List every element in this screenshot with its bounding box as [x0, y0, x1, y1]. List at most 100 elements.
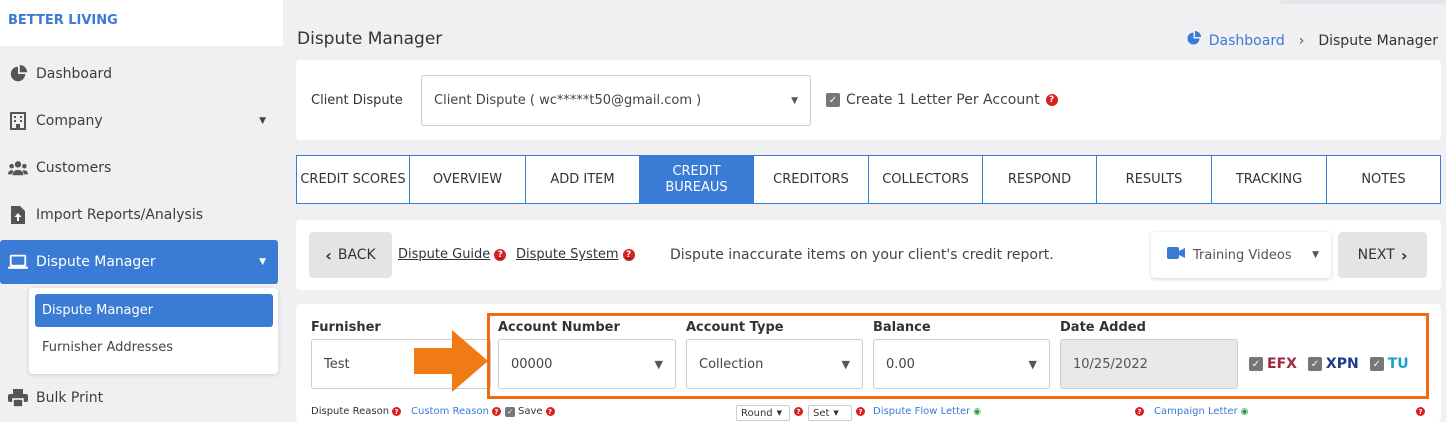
page-title: Dispute Manager	[297, 29, 443, 49]
tab-collectors[interactable]: COLLECTORS	[869, 156, 983, 203]
chevron-right-icon: ›	[1298, 32, 1305, 49]
tab-notes[interactable]: NOTES	[1327, 156, 1440, 203]
help-icon[interactable]: ?	[622, 248, 635, 261]
breadcrumb-home-label: Dashboard	[1208, 32, 1285, 49]
breadcrumb-current: Dispute Manager	[1318, 32, 1438, 49]
help-icon[interactable]: ?	[856, 407, 865, 416]
sidebar-item-import-reports[interactable]: Import Reports/Analysis	[8, 193, 278, 237]
client-dispute-value: Client Dispute ( wc*****t50@gmail.com )	[434, 93, 702, 108]
tu-label: TU	[1387, 356, 1409, 372]
tab-results[interactable]: RESULTS	[1097, 156, 1212, 203]
next-button[interactable]: NEXT ›	[1338, 232, 1427, 278]
account-number-label: Account Number	[498, 320, 620, 335]
help-icon[interactable]: ?	[494, 248, 507, 261]
help-icon[interactable]: ?	[794, 407, 803, 416]
brand-logo[interactable]: BETTER LIVING	[0, 0, 283, 46]
efx-label: EFX	[1267, 356, 1297, 372]
help-icon[interactable]: ?	[491, 407, 501, 416]
sidebar-item-customers[interactable]: Customers	[8, 146, 278, 190]
caret-down-icon: ▼	[776, 409, 783, 417]
account-number-value: 00000	[511, 356, 553, 372]
chevron-down-icon: ▼	[259, 116, 266, 126]
round-select[interactable]: Round ▼	[736, 405, 790, 421]
dispute-flow-letter-link[interactable]: Dispute Flow Letter ◉	[873, 406, 981, 417]
account-type-value: Collection	[699, 356, 764, 372]
back-label: BACK	[337, 247, 376, 263]
back-button[interactable]: ‹ BACK	[309, 232, 392, 278]
save-label: Save	[518, 406, 543, 417]
tab-overview[interactable]: OVERVIEW	[410, 156, 526, 203]
help-icon[interactable]: ?	[392, 407, 402, 416]
dispute-system-link[interactable]: Dispute System ?	[516, 247, 635, 262]
training-videos-dropdown[interactable]: Training Videos ▼	[1151, 232, 1331, 278]
dispute-guide-link[interactable]: Dispute Guide ?	[398, 247, 507, 262]
xpn-checkbox[interactable]: ✓	[1307, 357, 1322, 371]
breadcrumb-home[interactable]: Dashboard	[1186, 31, 1285, 50]
sidebar-item-label: Dashboard	[36, 66, 112, 82]
sidebar-item-dispute-manager[interactable]: Dispute Manager ▼	[0, 240, 278, 284]
sidebar-item-company[interactable]: Company ▼	[8, 99, 278, 143]
tu-option[interactable]: ✓ TU	[1369, 356, 1409, 372]
next-label: NEXT	[1357, 247, 1395, 263]
tab-respond[interactable]: RESPOND	[983, 156, 1097, 203]
account-number-select[interactable]: 00000 ▼	[498, 339, 676, 389]
furnisher-value: Test	[324, 356, 350, 372]
client-dispute-card: Client Dispute Client Dispute ( wc*****t…	[296, 60, 1441, 140]
dispute-submenu: Dispute Manager Furnisher Addresses	[29, 288, 278, 374]
round-value: Round	[741, 407, 773, 419]
eye-icon[interactable]: ◉	[973, 407, 981, 417]
help-icon[interactable]: ?	[1416, 407, 1425, 416]
set-value: Set	[813, 407, 830, 419]
efx-option[interactable]: ✓ EFX	[1249, 356, 1297, 372]
laptop-icon	[8, 252, 28, 272]
account-type-select[interactable]: Collection ▼	[686, 339, 863, 389]
tab-credit-bureaus[interactable]: CREDIT BUREAUS	[640, 156, 754, 203]
save-option[interactable]: ✓ Save ?	[505, 406, 555, 417]
submenu-item-furnisher-addresses[interactable]: Furnisher Addresses	[35, 331, 273, 364]
help-icon[interactable]: ?	[1135, 407, 1144, 416]
letter-per-account-checkbox[interactable]: ✓	[826, 93, 840, 107]
dashboard-icon	[1186, 31, 1201, 50]
caret-down-icon: ▼	[833, 409, 839, 417]
breadcrumb: Dashboard › Dispute Manager	[1186, 31, 1438, 50]
xpn-option[interactable]: ✓ XPN	[1307, 356, 1359, 372]
tab-creditors[interactable]: CREDITORS	[754, 156, 869, 203]
printer-icon	[8, 388, 28, 408]
sidebar-item-label: Dispute Manager	[36, 254, 156, 270]
dispute-tabs: CREDIT SCORES OVERVIEW ADD ITEM CREDIT B…	[296, 155, 1441, 204]
top-bar-edge	[1280, 0, 1446, 4]
help-icon[interactable]: ?	[1045, 94, 1058, 106]
custom-reason-label: Custom Reason	[411, 406, 489, 417]
tab-credit-scores[interactable]: CREDIT SCORES	[297, 156, 410, 203]
date-added-label: Date Added	[1060, 320, 1146, 335]
building-icon	[8, 111, 28, 131]
dispute-flow-letter-label: Dispute Flow Letter	[873, 406, 971, 417]
file-upload-icon	[8, 205, 28, 225]
account-type-label: Account Type	[686, 320, 784, 335]
chevron-down-icon: ▼	[1312, 250, 1319, 260]
toolbar-card: ‹ BACK Dispute Guide ? Dispute System ? …	[296, 220, 1441, 290]
sidebar: BETTER LIVING Dashboard Company ▼ Custom…	[0, 0, 283, 422]
eye-icon[interactable]: ◉	[1241, 407, 1249, 417]
campaign-letter-link[interactable]: Campaign Letter ◉	[1154, 406, 1248, 417]
sidebar-item-dashboard[interactable]: Dashboard	[8, 52, 278, 96]
date-added-value: 10/25/2022	[1073, 356, 1148, 372]
balance-select[interactable]: 0.00 ▼	[873, 339, 1050, 389]
set-select[interactable]: Set ▼	[808, 405, 852, 421]
efx-checkbox[interactable]: ✓	[1249, 357, 1263, 371]
sidebar-item-label: Bulk Print	[36, 390, 104, 406]
custom-reason-link[interactable]: Custom Reason ?	[411, 406, 501, 417]
xpn-label: XPN	[1325, 356, 1359, 372]
tab-tracking[interactable]: TRACKING	[1212, 156, 1327, 203]
submenu-item-dispute-manager[interactable]: Dispute Manager	[35, 294, 273, 327]
training-videos-label: Training Videos	[1193, 247, 1292, 263]
tu-checkbox[interactable]: ✓	[1369, 357, 1384, 371]
chevron-down-icon: ▼	[259, 257, 266, 267]
tab-add-item[interactable]: ADD ITEM	[526, 156, 640, 203]
help-icon[interactable]: ?	[545, 407, 555, 416]
campaign-letter-label: Campaign Letter	[1154, 406, 1238, 417]
save-checkbox[interactable]: ✓	[505, 406, 515, 417]
chevron-down-icon: ▼	[791, 95, 798, 106]
client-dispute-select[interactable]: Client Dispute ( wc*****t50@gmail.com ) …	[421, 75, 811, 126]
sidebar-item-bulk-print[interactable]: Bulk Print	[8, 376, 278, 420]
